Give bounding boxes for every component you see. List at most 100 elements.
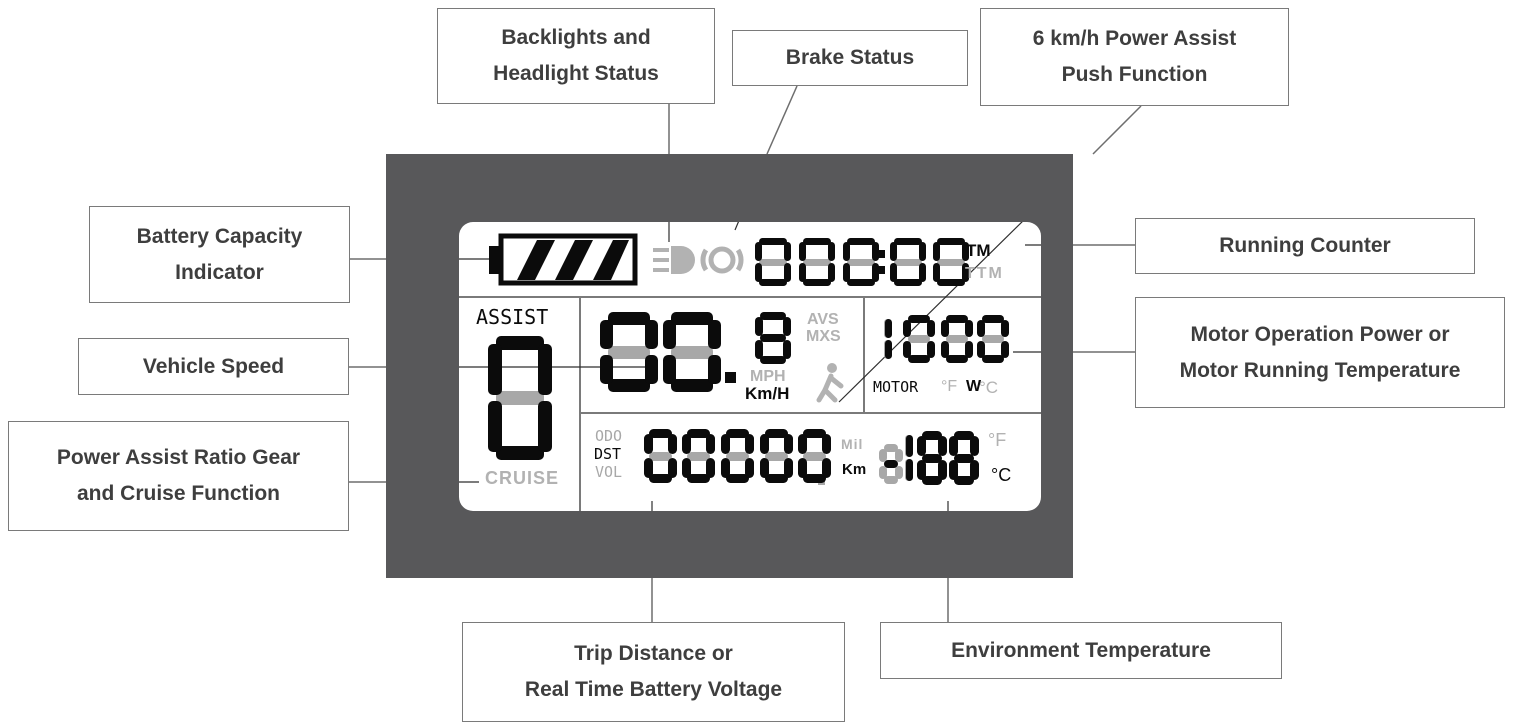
segment-c: [783, 339, 791, 360]
callout-battery-line1: Battery Capacity: [136, 224, 303, 248]
segment-d: [607, 379, 651, 392]
segment-c: [822, 457, 831, 478]
segment-e: [949, 459, 958, 480]
segment-g: [759, 334, 787, 342]
callout-assist-gear: Power Assist Ratio Gear and Cruise Functi…: [8, 421, 349, 531]
callout-assist-gear-line2: and Cruise Function: [76, 482, 280, 505]
callout-vehicle-speed: Vehicle Speed: [78, 338, 349, 395]
segment-c: [938, 459, 947, 480]
segment-e: [933, 263, 940, 282]
motor-label: MOTOR: [873, 378, 919, 396]
motor-digit: [903, 315, 935, 363]
motor-f-label: °F: [941, 378, 958, 395]
segment-g: [847, 258, 875, 266]
time-digit: [933, 238, 969, 286]
segment-f: [663, 319, 676, 350]
speed-decimal: [725, 372, 736, 383]
callout-running-counter: Running Counter: [1135, 218, 1475, 274]
segment-a: [803, 238, 831, 245]
km-label: Km: [842, 461, 867, 478]
env-digit: [905, 431, 913, 485]
segment-e: [879, 465, 887, 480]
dst-label: DST: [594, 445, 622, 463]
segment-g: [607, 345, 651, 359]
callout-running-counter-line1: Running Counter: [1219, 234, 1391, 257]
headlight-icon: [653, 246, 695, 274]
callout-motor-power: Motor Operation Power or Motor Running Te…: [1135, 297, 1505, 408]
env-digit: [917, 431, 947, 485]
segment-f: [721, 434, 730, 455]
assist-label: ASSIST: [476, 305, 549, 329]
segment-d: [847, 279, 875, 286]
segment-a: [847, 238, 875, 245]
ttm-label: TTM: [965, 265, 1004, 282]
segment-g: [759, 258, 787, 266]
segment-d: [937, 279, 965, 286]
segment-b: [706, 434, 715, 455]
segment-f: [798, 434, 807, 455]
segment-b: [745, 434, 754, 455]
segment-c: [885, 340, 892, 359]
segment-e: [600, 354, 613, 385]
segment-c: [927, 340, 935, 359]
segment-b: [784, 434, 793, 455]
segment-b: [828, 242, 835, 261]
segment-g: [803, 258, 831, 266]
motor-digit: [941, 315, 973, 363]
mxs-label: MXS: [806, 328, 841, 345]
env-f-label: °F: [988, 430, 1007, 450]
callout-trip-distance: Trip Distance or Real Time Battery Voltag…: [462, 622, 845, 722]
segment-f: [760, 434, 769, 455]
segment-e: [644, 457, 653, 478]
segment-d: [670, 379, 714, 392]
segment-c: [872, 263, 879, 282]
segment-b: [668, 434, 677, 455]
lcd-screen: TM TTM ASSIST CRUISE AVS MXS MPH Km/H MO…: [459, 222, 1041, 511]
segment-c: [784, 263, 791, 282]
segment-b: [895, 448, 903, 463]
brake-icon: [700, 246, 744, 274]
segment-c: [970, 459, 979, 480]
segment-e: [755, 263, 762, 282]
segment-b: [1001, 319, 1009, 338]
trip-digit: [798, 429, 831, 483]
segment-b: [645, 319, 658, 350]
tm-label: TM: [966, 241, 991, 260]
cruise-label: CRUISE: [485, 468, 560, 488]
callout-vehicle-speed-line1: Vehicle Speed: [142, 354, 285, 378]
segment-e: [488, 400, 502, 452]
callout-battery: Battery Capacity Indicator: [89, 206, 350, 303]
trip-digit: [644, 429, 677, 483]
segment-b: [784, 242, 791, 261]
segment-c: [1001, 340, 1009, 359]
segment-f: [644, 434, 653, 455]
segment-f: [977, 319, 985, 338]
segment-d: [894, 279, 922, 286]
segment-e: [721, 457, 730, 478]
kmh-label: Km/H: [745, 384, 790, 403]
segment-e: [663, 354, 676, 385]
segment-e: [755, 339, 763, 360]
segment-f: [682, 434, 691, 455]
segment-c: [645, 354, 658, 385]
segment-f: [755, 316, 763, 337]
motor-c-label: °C: [979, 378, 999, 397]
segment-e: [682, 457, 691, 478]
callout-push-assist: 6 km/h Power Assist Push Function: [980, 8, 1289, 106]
segment-c: [965, 340, 973, 359]
segment-f: [933, 242, 940, 261]
speed-digit: [600, 312, 658, 392]
segment-d: [759, 279, 787, 286]
segment-c: [538, 400, 552, 452]
vol-label: VOL: [595, 463, 623, 481]
segment-c: [668, 457, 677, 478]
callout-push-assist-line2: Push Function: [1061, 63, 1208, 86]
segment-a: [496, 336, 544, 350]
segment-c: [745, 457, 754, 478]
segment-b: [885, 319, 892, 338]
segment-g: [670, 345, 714, 359]
leader-inner-brake: [734, 222, 740, 231]
mph-label: MPH: [750, 368, 786, 385]
segment-e: [890, 263, 897, 282]
env-digit: [879, 444, 903, 484]
